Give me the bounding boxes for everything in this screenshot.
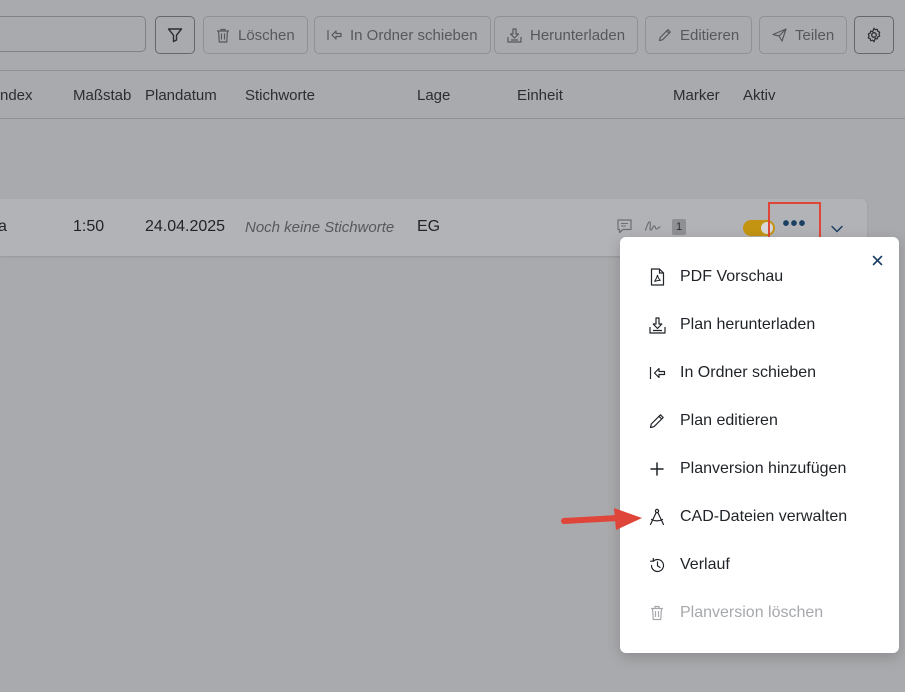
cell-index: a [0, 218, 7, 235]
delete-button[interactable]: Löschen [203, 16, 308, 54]
menu-item-label: Verlauf [680, 556, 730, 573]
col-keywords[interactable]: Stichworte [245, 87, 315, 104]
cell-scale: 1:50 [73, 218, 105, 235]
cell-plan-date: 24.04.2025 [145, 218, 226, 235]
menu-item-label: Plan editieren [680, 412, 778, 429]
move-folder-icon [327, 30, 342, 40]
col-scale[interactable]: Maßstab [73, 87, 131, 104]
col-marker[interactable]: Marker [673, 87, 720, 104]
menu-item-label: Plan herunterladen [680, 316, 816, 333]
download-icon [507, 27, 522, 43]
trash-icon [217, 28, 229, 43]
menu-item-download-plan[interactable]: Plan herunterladen [620, 301, 899, 349]
marker-count-badge: 1 [672, 219, 686, 235]
pencil-icon [658, 29, 671, 42]
cell-location: EG [417, 218, 441, 235]
edit-button[interactable]: Editieren [645, 16, 753, 54]
menu-item-history[interactable]: Verlauf [620, 541, 899, 589]
cell-keywords: Noch keine Stichworte [245, 219, 395, 236]
pdf-icon [648, 268, 666, 286]
menu-item-label: Planversion löschen [680, 604, 824, 621]
col-location[interactable]: Lage [417, 87, 450, 104]
toolbar: Löschen In Ordner schieben Herunterladen… [0, 0, 905, 70]
context-menu: PDF Vorschau Plan herunterladen In Ordne… [620, 237, 899, 653]
edit-label: Editieren [680, 26, 740, 44]
menu-item-label: In Ordner schieben [680, 364, 817, 381]
delete-label: Löschen [238, 26, 295, 44]
download-button[interactable]: Herunterladen [494, 16, 639, 54]
col-active[interactable]: Aktiv [743, 87, 776, 104]
menu-item-label: CAD-Dateien verwalten [680, 508, 848, 525]
settings-button[interactable] [854, 16, 894, 54]
share-label: Teilen [795, 26, 835, 44]
move-label: In Ordner schieben [350, 26, 478, 44]
download-icon [648, 316, 666, 334]
pencil-icon [648, 412, 666, 430]
menu-item-delete-version: Planversion löschen [620, 589, 899, 637]
filter-button[interactable] [155, 16, 195, 54]
filter-icon [167, 28, 183, 43]
history-icon [648, 556, 666, 574]
gear-icon [867, 27, 881, 43]
col-index[interactable]: ndex [0, 87, 33, 104]
annotation-arrow [561, 508, 642, 530]
menu-item-manage-cad[interactable]: CAD-Dateien verwalten [620, 493, 899, 541]
col-plan-date[interactable]: Plandatum [145, 87, 217, 104]
trash-icon [648, 604, 666, 622]
menu-item-edit-plan[interactable]: Plan editieren [620, 397, 899, 445]
share-button[interactable]: Teilen [759, 16, 848, 54]
search-input[interactable] [0, 16, 146, 52]
compass-icon [648, 508, 666, 526]
menu-item-pdf-preview[interactable]: PDF Vorschau [620, 253, 899, 301]
send-icon [772, 28, 787, 42]
menu-item-label: Planversion hinzufügen [680, 460, 847, 477]
col-unit[interactable]: Einheit [517, 87, 563, 104]
menu-item-add-version[interactable]: Planversion hinzufügen [620, 445, 899, 493]
plus-icon [648, 460, 666, 478]
move-folder-icon [648, 364, 666, 382]
table-header: ndex Maßstab Plandatum Stichworte Lage E… [0, 71, 905, 118]
move-to-folder-button[interactable]: In Ordner schieben [314, 16, 491, 54]
download-label: Herunterladen [530, 26, 626, 44]
header-divider [0, 118, 905, 119]
menu-item-label: PDF Vorschau [680, 268, 784, 285]
menu-item-move-to-folder[interactable]: In Ordner schieben [620, 349, 899, 397]
